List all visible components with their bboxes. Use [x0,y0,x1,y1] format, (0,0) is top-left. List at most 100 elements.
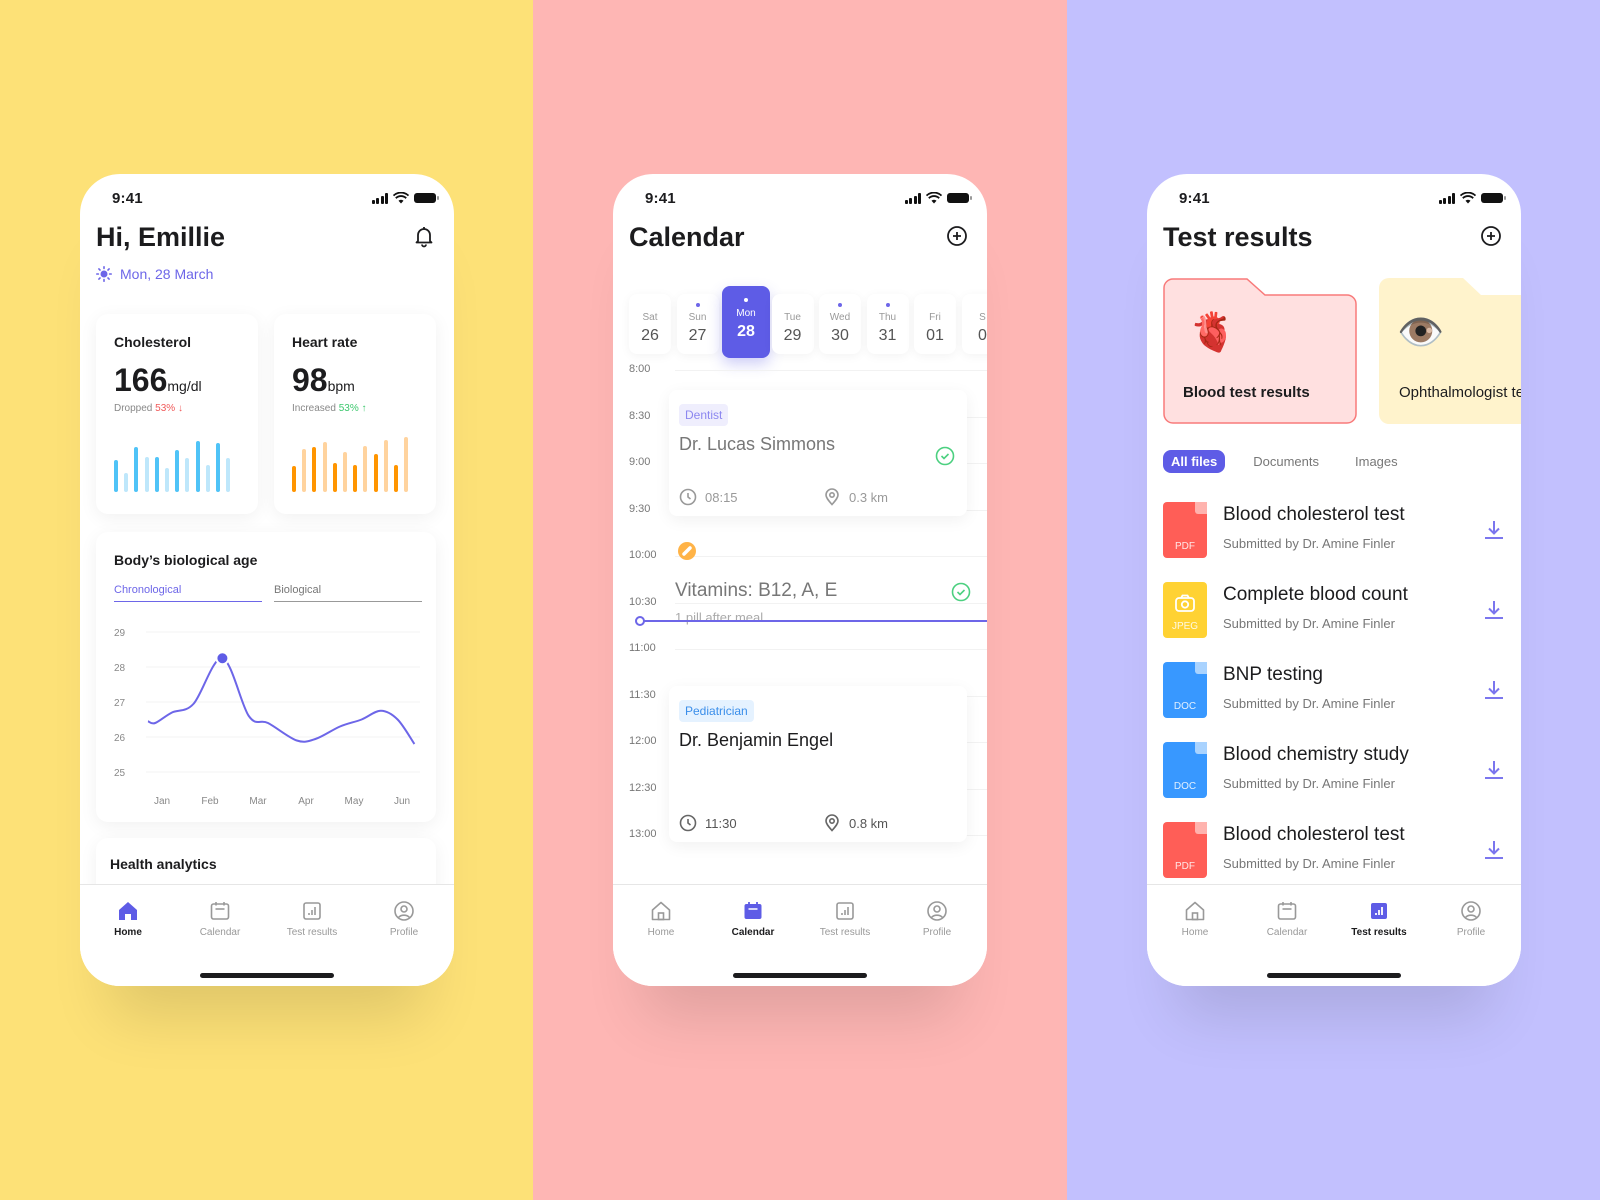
x-tick-label: May [345,796,364,807]
wifi-icon [926,192,942,204]
tab-calendar[interactable]: Calendar [1247,899,1327,938]
biological-age-card: Body’s biological age Chronological Biol… [96,532,436,822]
y-tick-label: 28 [114,663,126,674]
day-sun-27[interactable]: Sun 27 [676,294,719,354]
day-name: Wed [829,312,851,323]
tab-biological[interactable]: Biological [274,584,422,602]
tab-label: Home [114,927,142,938]
tab-label: Calendar [731,927,775,938]
phone-home-screen: 9:41 Hi, Emillie Mon, 28 March Cholester… [80,174,454,986]
file-list-item[interactable]: DOC BNP testing Submitted by Dr. Amine Fin… [1163,658,1505,724]
doc-file-icon: DOC [1163,742,1207,798]
cholesterol-card[interactable]: Cholesterol 166mg/dl Dropped 53% ↓ [96,314,258,514]
home-indicator [1267,973,1401,978]
day-sat-26[interactable]: Sat 26 [629,294,671,354]
cholesterol-bar [154,457,159,492]
day-number: 28 [737,323,755,340]
heart-rate-bar [343,451,347,492]
change-value: 53% [155,403,176,414]
calendar-title: Calendar [629,222,745,252]
day-name: Fri [929,312,941,323]
tab-label: Calendar [199,927,241,938]
check-circle-icon[interactable] [935,446,955,466]
day-wed-30[interactable]: Wed 30 [819,294,861,354]
file-list-item[interactable]: DOC Blood chemistry study Submitted by Dr.… [1163,738,1505,804]
tab-label: Test results [286,927,338,938]
time-slot-line [675,602,987,604]
day-thu-31[interactable]: Thu 31 [866,294,909,354]
day-fri-01[interactable]: Fri 01 [914,294,956,354]
time-slot-label: 12:00 [629,735,657,747]
battery-icon [1481,193,1506,203]
download-icon[interactable] [1483,838,1505,862]
time-slot-label: 8:30 [629,409,651,422]
tab-home[interactable]: Home [88,899,168,938]
home-indicator [200,973,334,978]
filter-images[interactable]: Images [1347,450,1406,473]
download-icon[interactable] [1483,678,1505,702]
medication-note: 1 pill after meal [675,610,764,625]
download-icon[interactable] [1483,518,1505,542]
tab-home[interactable]: Home [621,899,701,938]
x-tick-label: Feb [201,796,219,807]
tab-test-results[interactable]: Test results [1339,899,1419,938]
calendar-icon [210,902,230,920]
tab-calendar[interactable]: Calendar [713,899,793,938]
cholesterol-bar [165,467,169,492]
folder-ophthalmologist-tests[interactable]: 👁️ Ophthalmologist tests [1379,278,1521,424]
tab-home[interactable]: Home [1155,899,1235,938]
highlight-point[interactable] [215,651,230,666]
day-s-0[interactable]: S0 [961,294,987,354]
heart-rate-bar [292,465,296,492]
tab-chronological[interactable]: Chronological [114,584,262,602]
day-number: 27 [688,327,707,344]
filter-documents[interactable]: Documents [1245,450,1327,473]
signal-icon [371,192,388,204]
tab-profile[interactable]: Profile [364,899,444,938]
tab-calendar[interactable]: Calendar [180,899,260,938]
appointment-card-pediatrician[interactable]: Pediatrician Dr. Benjamin Engel 11:30 0.… [669,686,967,842]
heart-rate-card[interactable]: Heart rate 98bpm Increased 53% ↑ [274,314,436,514]
wifi-icon [1460,192,1476,204]
file-list-item[interactable]: PDF Blood cholesterol test Submitted by Dr… [1163,498,1505,564]
chart-icon [1371,903,1387,919]
chart-icon [836,902,854,920]
file-list-item[interactable]: PDF Blood cholesterol test Submitted by Dr… [1163,818,1505,884]
day-mon-28[interactable]: Mon 28 [722,286,770,358]
event-dot [695,303,700,307]
notification-bell-icon[interactable] [412,224,436,248]
tab-label: Calendar [1266,927,1308,938]
y-tick-label: 26 [114,733,126,744]
time-slot-label: 13:00 [629,828,657,840]
y-tick-label: 29 [114,628,126,639]
download-icon[interactable] [1483,598,1505,622]
check-circle-icon[interactable] [951,582,971,602]
time-slot-label: 10:30 [629,595,657,608]
cholesterol-bar [185,458,190,492]
calendar-icon [1277,902,1297,920]
add-circle-icon[interactable] [1479,224,1503,248]
add-circle-icon[interactable] [945,224,969,248]
file-list-item[interactable]: JPEG Complete blood count Submitted by Dr.… [1163,578,1505,644]
bottom-tab-bar: Home Calendar Test results Profile [1147,884,1521,986]
filter-all-files[interactable]: All files [1163,450,1226,473]
x-tick-label: Jan [154,796,170,807]
folder-blood-test-results[interactable]: 🫀 Blood test results [1163,278,1357,424]
day-selector: Sat 26 Sun 27 Mon 28 Tue 29 Wed 30 Thu 31 Fri 01 S 0 [629,286,987,358]
tab-profile[interactable]: Profile [897,899,977,938]
page-fold [1195,502,1207,514]
download-icon[interactable] [1483,758,1505,782]
cholesterol-number: 166 [114,362,168,398]
day-tue-29[interactable]: Tue 29 [771,294,814,354]
tab-profile[interactable]: Profile [1431,899,1511,938]
time-slot-line [675,556,987,557]
profile-icon [394,901,414,921]
heart-rate-bar [302,449,307,492]
chart-icon [303,902,321,920]
appointment-card-dentist[interactable]: Dentist Dr. Lucas Simmons 08:15 0.3 km [669,390,967,516]
tab-test-results[interactable]: Test results [272,899,352,938]
tab-test-results[interactable]: Test results [805,899,885,938]
appointment-time: 08:15 [679,488,738,506]
appointment-title: Dr. Lucas Simmons [679,434,836,454]
file-name: Complete blood count [1223,584,1408,605]
